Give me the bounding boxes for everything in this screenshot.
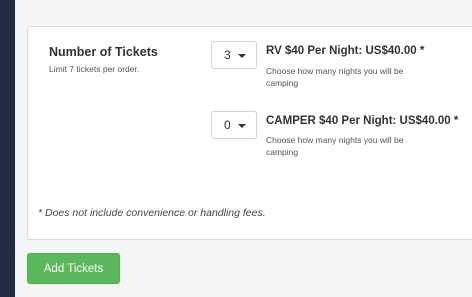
number-of-tickets-heading: Number of Tickets: [49, 45, 158, 59]
add-tickets-button[interactable]: Add Tickets: [27, 253, 120, 284]
camper-ticket-name: CAMPER $40 Per Night: US$40.00 *: [266, 115, 459, 127]
camper-quantity-select[interactable]: 0: [211, 111, 257, 139]
rv-quantity-select[interactable]: 3: [211, 41, 257, 69]
rv-ticket-name: RV $40 Per Night: US$40.00 *: [266, 45, 425, 57]
chevron-down-icon: [238, 54, 246, 58]
chevron-down-icon: [238, 124, 246, 128]
ticket-selection-panel: Number of Tickets Limit 7 tickets per or…: [27, 26, 472, 240]
camper-ticket-description: Choose how many nights you will be campi…: [266, 135, 404, 157]
rv-ticket-description: Choose how many nights you will be campi…: [266, 66, 404, 88]
page-content-area: Number of Tickets Limit 7 tickets per or…: [15, 0, 472, 297]
ticket-limit-note: Limit 7 tickets per order.: [49, 64, 140, 74]
fees-disclaimer: * Does not include convenience or handli…: [38, 207, 266, 219]
